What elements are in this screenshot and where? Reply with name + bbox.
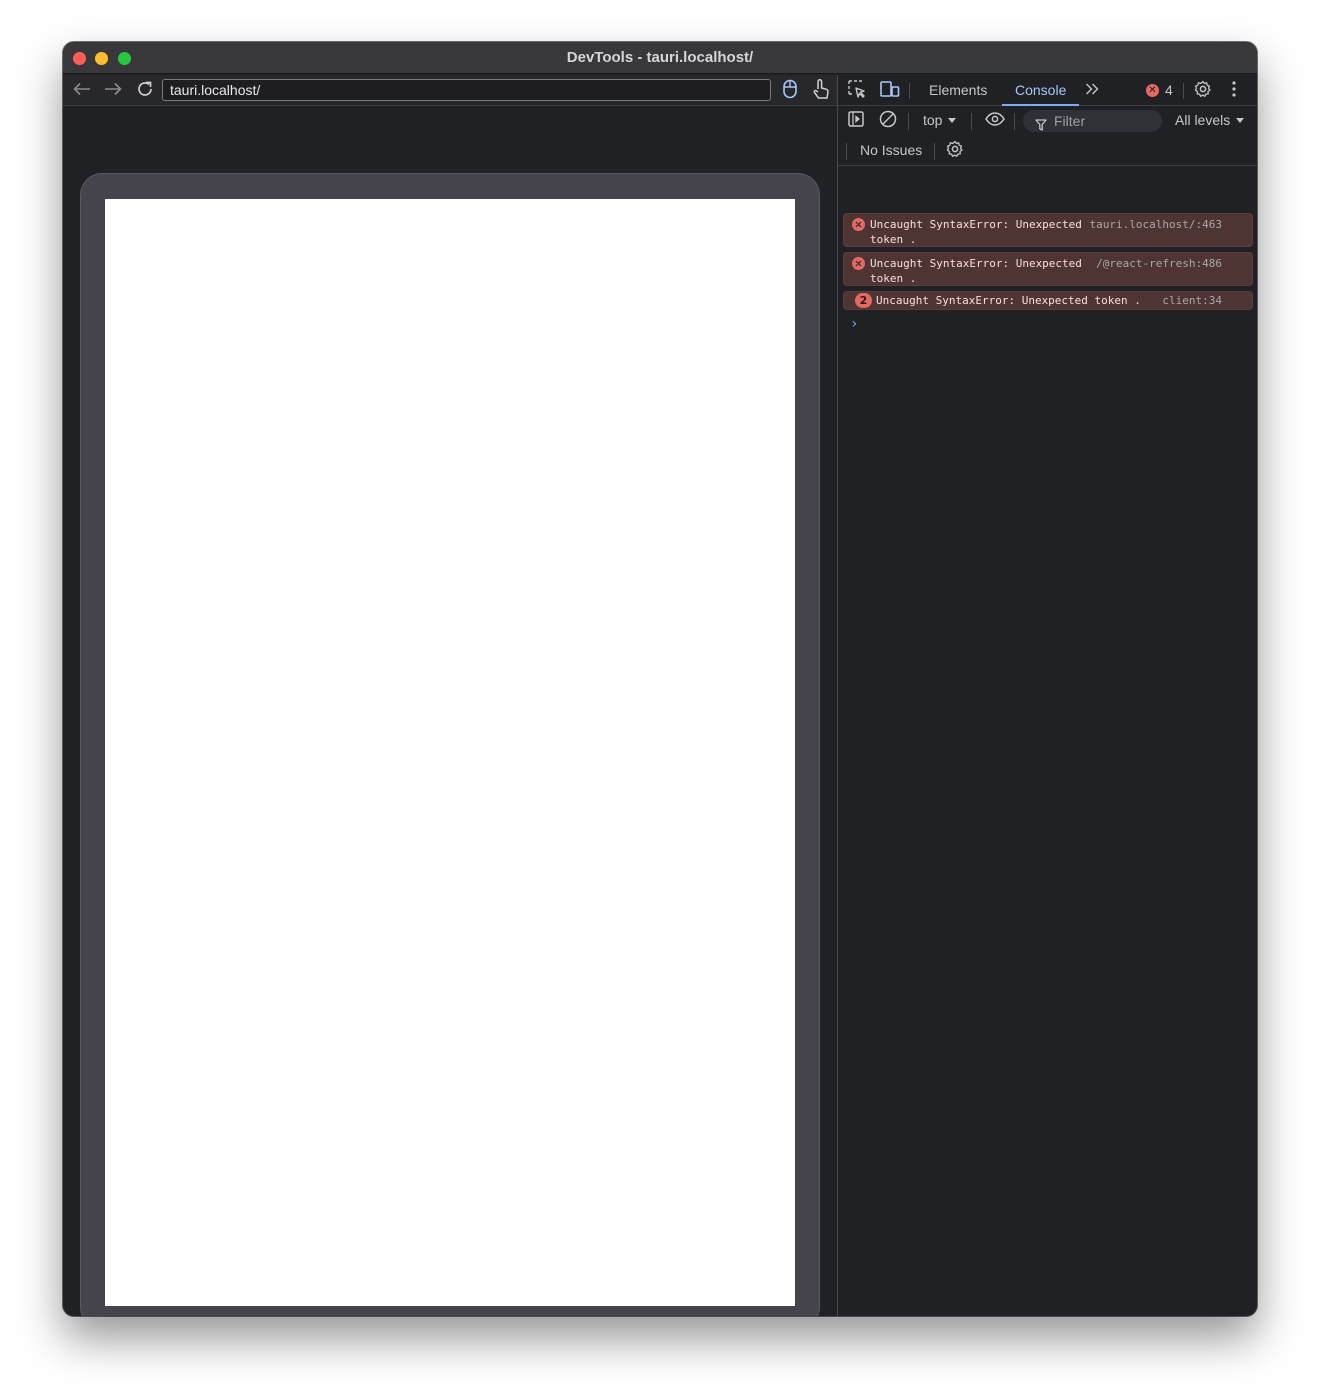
funnel-icon [1035, 115, 1047, 137]
toolbar-divider [934, 143, 935, 160]
more-tabs-button[interactable] [1083, 81, 1101, 101]
settings-button[interactable] [1192, 80, 1214, 102]
clear-console-button[interactable] [878, 110, 898, 133]
console-error-message[interactable]: Uncaught SyntaxError: Unexpected token .… [843, 213, 1253, 247]
reload-icon [136, 80, 154, 103]
show-sidebar-button[interactable] [846, 110, 866, 132]
mouse-mode-button[interactable] [778, 79, 802, 103]
forward-arrow-icon [104, 82, 122, 101]
error-counter[interactable]: ✕ 4 [1146, 82, 1173, 98]
devtools-window: DevTools - tauri.localhost/ tauri.localh… [63, 42, 1257, 1316]
inspect-element-button[interactable] [846, 79, 868, 103]
error-count-value: 4 [1165, 82, 1173, 98]
forward-button[interactable] [101, 79, 125, 103]
caret-down-icon [1236, 118, 1245, 123]
toolbar-divider [846, 143, 847, 160]
double-chevron-right-icon [1085, 82, 1099, 100]
toolbar-divider [909, 83, 910, 99]
device-toolbar-toggle[interactable] [878, 80, 902, 102]
console-toolbar: top Filter All levels [838, 106, 1257, 136]
error-source-link[interactable]: client:34 [1162, 293, 1222, 308]
mouse-icon [783, 79, 797, 104]
error-x-icon [852, 218, 865, 231]
error-text: Uncaught SyntaxError: Unexpected token . [870, 257, 1082, 285]
toolbar-divider [908, 113, 909, 130]
device-mode-icon [880, 80, 900, 102]
block-icon [879, 110, 897, 133]
tab-elements[interactable]: Elements [929, 75, 987, 106]
touch-icon [812, 78, 830, 105]
window-title: DevTools - tauri.localhost/ [566, 49, 754, 66]
toolbar-divider [1183, 83, 1184, 99]
back-button[interactable] [70, 79, 94, 103]
log-levels-dropdown[interactable]: All levels [1175, 112, 1245, 128]
context-value: top [923, 112, 943, 128]
error-text: Uncaught SyntaxError: Unexpected token . [876, 294, 1141, 307]
log-levels-value: All levels [1175, 112, 1231, 128]
devtools-tab-bar: Elements Console ✕ 4 [838, 75, 1257, 106]
reload-button[interactable] [133, 79, 157, 103]
error-x-icon [852, 257, 865, 270]
inspect-cursor-icon [848, 79, 866, 103]
console-error-message[interactable]: 2 Uncaught SyntaxError: Unexpected token… [843, 291, 1253, 310]
error-text: Uncaught SyntaxError: Unexpected token . [870, 218, 1082, 246]
console-error-message[interactable]: Uncaught SyntaxError: Unexpected token .… [843, 252, 1253, 286]
devtools-panel: Elements Console ✕ 4 top Filter All leve… [838, 75, 1257, 1316]
touch-mode-button[interactable] [809, 78, 833, 105]
error-source-link[interactable]: /@react-refresh:486 [1096, 256, 1222, 271]
console-prompt[interactable]: › [850, 316, 858, 332]
toolbar-divider [971, 113, 972, 130]
device-emulation-pane: tauri.localhost/ [63, 75, 837, 1316]
caret-down-icon [948, 118, 957, 123]
toolbar-divider [1014, 113, 1015, 130]
gear-icon [1194, 80, 1212, 103]
url-input[interactable]: tauri.localhost/ [162, 79, 771, 101]
back-arrow-icon [73, 82, 91, 101]
device-nav-bar: tauri.localhost/ [63, 75, 837, 106]
error-source-link[interactable]: tauri.localhost/:463 [1090, 217, 1222, 232]
more-options-button[interactable] [1227, 80, 1241, 102]
filter-input[interactable]: Filter [1023, 110, 1162, 132]
error-x-icon: ✕ [1146, 83, 1159, 97]
kebab-menu-icon [1232, 80, 1236, 102]
repeat-count-badge: 2 [855, 293, 872, 308]
live-expression-button[interactable] [983, 111, 1007, 131]
context-selector[interactable]: top [923, 112, 957, 128]
filter-placeholder: Filter [1054, 113, 1086, 129]
console-settings-button[interactable] [945, 140, 965, 163]
title-bar: DevTools - tauri.localhost/ [63, 42, 1257, 74]
issues-bar: No Issues [838, 136, 1257, 166]
device-viewport[interactable] [105, 199, 795, 1306]
gear-icon [946, 140, 964, 163]
eye-icon [985, 111, 1005, 131]
tab-console[interactable]: Console [1002, 75, 1080, 106]
sidebar-icon [848, 110, 864, 132]
issues-status[interactable]: No Issues [860, 142, 922, 158]
